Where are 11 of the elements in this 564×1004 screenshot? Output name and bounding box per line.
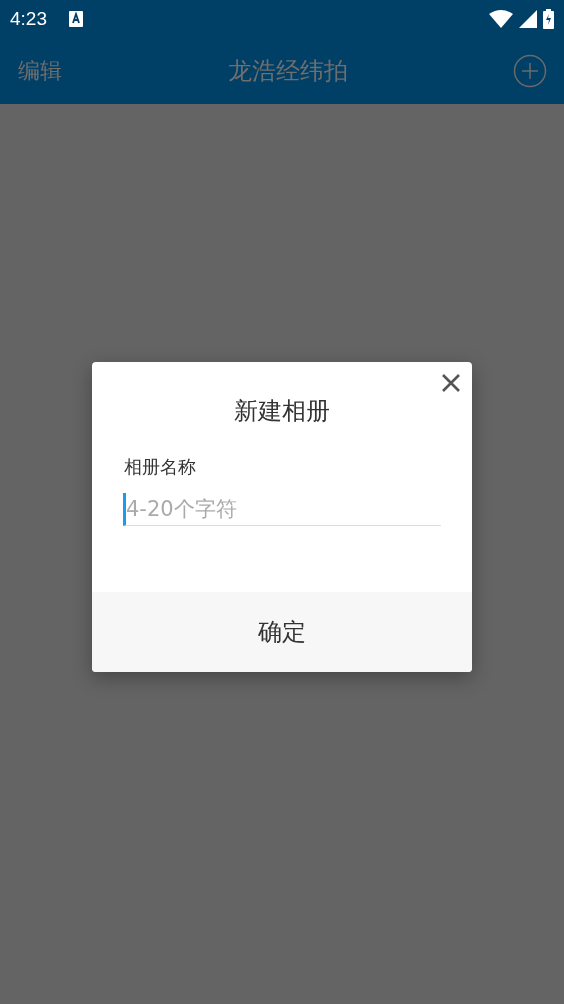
signal-icon xyxy=(519,10,537,28)
field-label: 相册名称 xyxy=(124,455,197,479)
app-title: 龙浩经纬拍 xyxy=(226,56,349,87)
confirm-button[interactable]: 确定 xyxy=(92,592,472,672)
status-time: 4:23 xyxy=(10,8,47,30)
dialog-title: 新建相册 xyxy=(233,396,331,427)
notification-icon xyxy=(69,11,83,27)
input-field[interactable]: 4-20个字符 xyxy=(123,493,441,526)
close-icon[interactable] xyxy=(442,374,460,392)
wifi-icon xyxy=(489,10,513,28)
battery-icon xyxy=(543,9,554,29)
